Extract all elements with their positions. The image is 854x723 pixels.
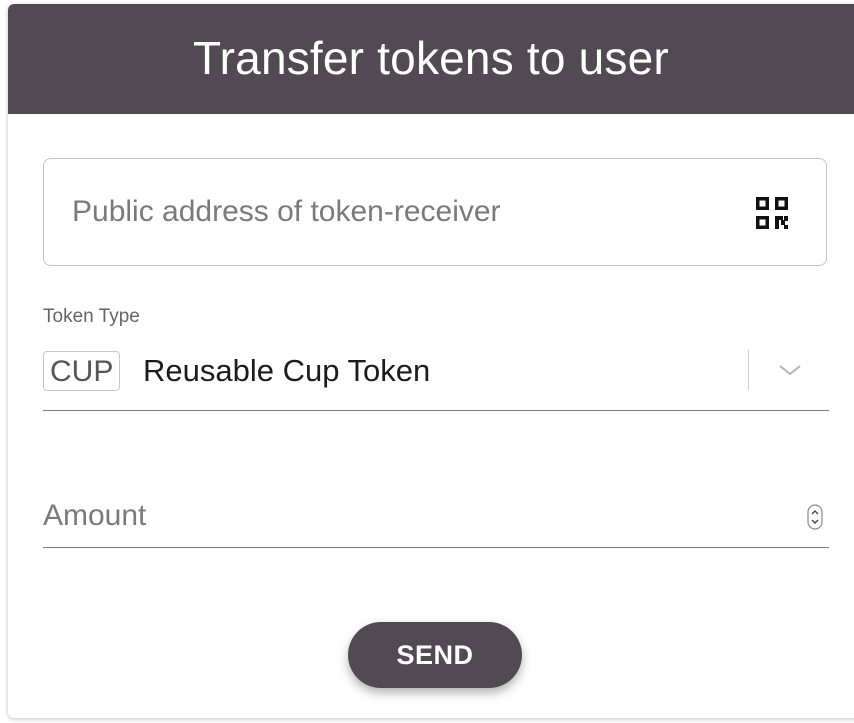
amount-field — [43, 488, 829, 548]
transfer-card: Transfer tokens to user Token Type CUP R… — [8, 4, 854, 718]
receiver-address-input[interactable] — [72, 189, 722, 235]
amount-input[interactable] — [43, 496, 763, 536]
select-separator — [748, 350, 749, 390]
number-stepper-icon[interactable] — [807, 504, 823, 530]
address-field-box — [43, 158, 827, 266]
token-code-badge: CUP — [43, 351, 121, 391]
token-type-select[interactable]: CUP Reusable Cup Token — [43, 344, 829, 411]
card-header: Transfer tokens to user — [8, 4, 854, 114]
send-button[interactable]: SEND — [348, 622, 522, 688]
token-type-label: Token Type — [43, 306, 140, 327]
chevron-down-icon[interactable] — [777, 362, 803, 378]
token-name-text: Reusable Cup Token — [143, 353, 431, 388]
page-title: Transfer tokens to user — [193, 32, 669, 84]
qr-code-icon[interactable] — [754, 195, 790, 231]
